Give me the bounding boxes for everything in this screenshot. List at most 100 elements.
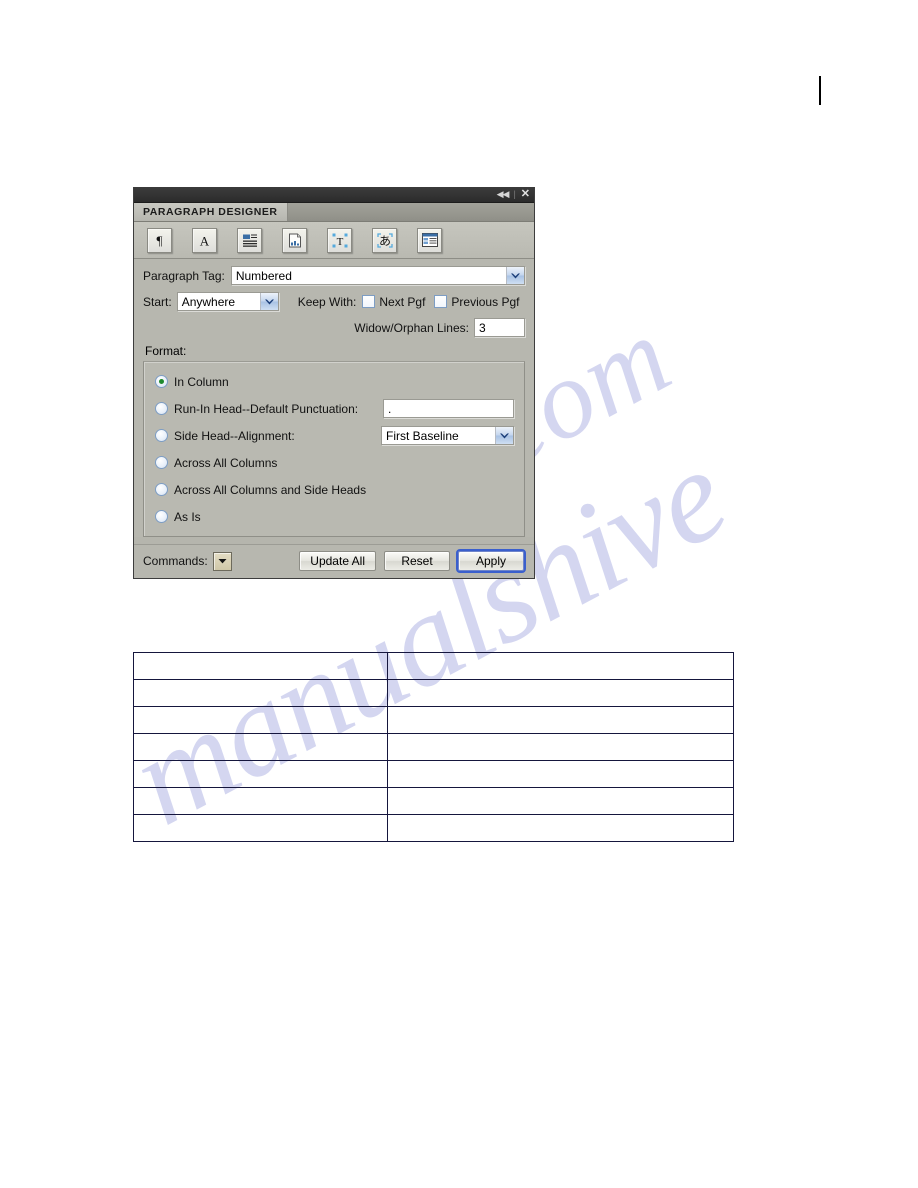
svg-text:あ: あ <box>378 234 390 248</box>
table-cell-col1 <box>133 652 388 680</box>
paragraph-tag-value: Numbered <box>235 268 292 283</box>
apply-label: Apply <box>475 554 507 568</box>
start-label: Start: <box>143 294 172 309</box>
table-cell-col2 <box>386 706 735 734</box>
format-option-in-column[interactable]: In Column <box>155 368 514 395</box>
table-cell-col2 <box>386 679 735 707</box>
table-cell-icon[interactable] <box>417 227 442 253</box>
chevron-down-icon[interactable] <box>495 427 513 444</box>
margin-change-bar <box>819 76 821 105</box>
widow-orphan-label: Widow/Orphan Lines: <box>354 320 469 335</box>
format-option-across-all-columns-side-heads[interactable]: Across All Columns and Side Heads <box>155 476 514 503</box>
widow-orphan-row: Widow/Orphan Lines: 3 <box>143 318 525 337</box>
table-row <box>133 706 735 734</box>
table-row <box>133 787 735 815</box>
previous-pgf-checkbox[interactable] <box>434 295 448 308</box>
content-table <box>133 652 735 842</box>
reset-label: Reset <box>401 554 433 568</box>
format-option-across-all-columns[interactable]: Across All Columns <box>155 449 514 476</box>
radio-as-is[interactable] <box>155 510 168 523</box>
start-value: Anywhere <box>181 294 236 309</box>
format-option-side-head[interactable]: Side Head--Alignment: First Baseline <box>155 422 514 449</box>
titlebar-buttons: ◀◀ | ✕ <box>497 187 530 202</box>
table-cell-col1 <box>133 787 388 815</box>
next-pgf-label: Next Pgf <box>379 294 426 309</box>
collapse-icon[interactable]: ◀◀ <box>497 190 510 199</box>
table-cell-col2 <box>386 733 735 761</box>
tab-label: PARAGRAPH DESIGNER <box>143 206 278 218</box>
start-combobox[interactable]: Anywhere <box>176 292 279 311</box>
commands-menu-button[interactable] <box>212 551 232 571</box>
chevron-down-icon[interactable] <box>259 293 278 310</box>
panel-toolbar: ¶ A T あ <box>134 222 534 259</box>
paragraph-tag-label: Paragraph Tag: <box>143 268 225 283</box>
widow-orphan-input[interactable]: 3 <box>474 318 525 337</box>
text-frame-icon[interactable]: T <box>327 227 352 253</box>
panel-body: Paragraph Tag: Numbered Start: Anywhere … <box>134 259 534 537</box>
update-all-button[interactable]: Update All <box>299 551 376 571</box>
radio-in-column[interactable] <box>155 375 168 388</box>
format-option-label: Side Head--Alignment: <box>174 428 295 443</box>
format-section-label: Format: <box>145 344 187 358</box>
next-pgf-checkbox[interactable] <box>362 295 376 308</box>
format-option-label: Run-In Head--Default Punctuation: <box>174 401 359 416</box>
titlebar-separator: | <box>513 189 516 199</box>
side-head-alignment-value: First Baseline <box>386 428 459 443</box>
paragraph-tag-combobox[interactable]: Numbered <box>230 266 525 285</box>
default-punctuation-value: . <box>388 401 392 416</box>
update-all-label: Update All <box>310 554 365 568</box>
table-cell-col2 <box>386 814 735 842</box>
page-layout-icon[interactable] <box>282 227 307 253</box>
radio-side-head-alignment[interactable] <box>155 429 168 442</box>
table-cell-col2 <box>386 760 735 788</box>
pilcrow-basic-icon[interactable]: ¶ <box>147 227 172 253</box>
table-cell-col2 <box>386 652 735 680</box>
table-cell-col1 <box>133 706 388 734</box>
commands-label: Commands: <box>143 554 208 568</box>
radio-across-all-columns-and-side-heads[interactable] <box>155 483 168 496</box>
command-buttons: Update All Reset Apply <box>299 549 526 573</box>
close-icon[interactable]: ✕ <box>521 189 530 200</box>
table-row <box>133 760 735 788</box>
table-cell-col1 <box>133 760 388 788</box>
table-cell-col1 <box>133 679 388 707</box>
svg-text:A: A <box>200 233 210 248</box>
table-body <box>133 652 735 842</box>
side-head-alignment-combobox[interactable]: First Baseline <box>381 426 514 445</box>
paragraph-tag-row: Paragraph Tag: Numbered <box>143 266 525 285</box>
format-option-label: In Column <box>174 374 229 389</box>
svg-text:¶: ¶ <box>157 233 163 248</box>
page-watermark: manualshive .com <box>0 0 918 1188</box>
table-cell-col1 <box>133 814 388 842</box>
radio-across-all-columns[interactable] <box>155 456 168 469</box>
pagination-lines-icon[interactable] <box>237 227 262 253</box>
start-keepwith-row: Start: Anywhere Keep With: Next Pgf Prev… <box>143 292 525 311</box>
format-options-group: In Column Run-In Head--Default Punctuati… <box>143 361 525 537</box>
chevron-down-icon[interactable] <box>506 267 524 284</box>
font-icon[interactable]: A <box>192 227 217 253</box>
panel-titlebar: ◀◀ | ✕ <box>134 187 534 203</box>
table-cell-col2 <box>386 787 735 815</box>
format-option-label: Across All Columns <box>174 455 278 470</box>
radio-run-in-head[interactable] <box>155 402 168 415</box>
asian-typography-icon[interactable]: あ <box>372 227 397 253</box>
table-row <box>133 679 735 707</box>
tab-paragraph-designer[interactable]: PARAGRAPH DESIGNER <box>134 203 288 221</box>
table-row <box>133 814 735 842</box>
table-cell-col1 <box>133 733 388 761</box>
panel-tabstrip: PARAGRAPH DESIGNER <box>134 203 534 222</box>
default-punctuation-input[interactable]: . <box>383 399 514 418</box>
svg-text:T: T <box>336 236 343 248</box>
apply-button[interactable]: Apply <box>456 549 526 573</box>
table-row <box>133 733 735 761</box>
reset-button[interactable]: Reset <box>384 551 450 571</box>
format-option-label: Across All Columns and Side Heads <box>174 482 367 497</box>
widow-orphan-value: 3 <box>479 320 486 335</box>
paragraph-designer-panel: ◀◀ | ✕ PARAGRAPH DESIGNER ¶ A T あ Paragr… <box>133 187 535 579</box>
format-option-label: As Is <box>174 509 201 524</box>
keep-with-label: Keep With: <box>297 294 357 309</box>
format-option-run-in-head[interactable]: Run-In Head--Default Punctuation: . <box>155 395 514 422</box>
format-option-as-is[interactable]: As Is <box>155 503 514 530</box>
panel-command-bar: Commands: Update All Reset Apply <box>134 544 534 578</box>
previous-pgf-label: Previous Pgf <box>451 294 520 309</box>
